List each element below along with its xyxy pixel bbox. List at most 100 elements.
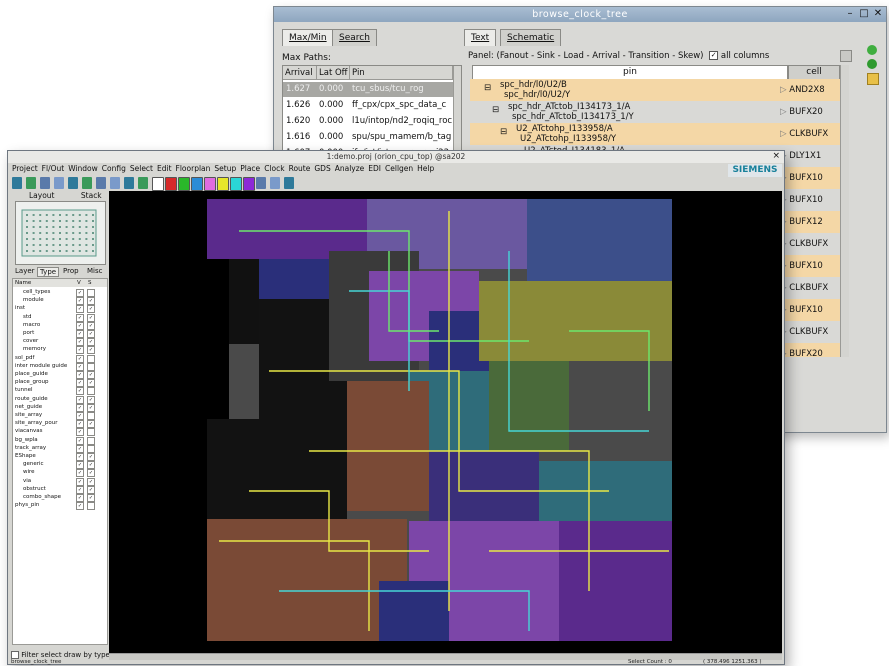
menu-route[interactable]: Route	[289, 164, 311, 173]
zoom-out-icon[interactable]	[40, 177, 50, 189]
undo-icon[interactable]	[256, 177, 266, 189]
table-row[interactable]: 1.626 0.000 ff_cpx/cpx_spc_data_c	[283, 98, 453, 113]
layer-row[interactable]: generic ✓ ✓	[13, 460, 107, 470]
menu-edit[interactable]: Edit	[157, 164, 172, 173]
zoom-area-icon[interactable]	[82, 177, 92, 189]
tree-row[interactable]: U2_ATctohp_I133958/A U2_ATctohp_I133958/Y…	[470, 123, 840, 145]
menu-help[interactable]: Help	[417, 164, 434, 173]
highlight-1-icon[interactable]	[152, 177, 164, 191]
refresh-icon[interactable]	[867, 59, 877, 69]
tree-scrollbar[interactable]	[840, 65, 849, 357]
expand-icon[interactable]: ⊟	[484, 83, 491, 93]
grid-icon[interactable]	[138, 177, 148, 189]
tab-schematic[interactable]: Schematic	[500, 29, 562, 46]
table-row[interactable]: 1.627 0.000 tcu_sbus/tcu_rog	[283, 82, 453, 97]
select-icon[interactable]	[68, 177, 78, 189]
pan-icon[interactable]	[96, 177, 106, 189]
highlight-4-icon[interactable]	[191, 177, 203, 191]
layer-row[interactable]: cell_types ✓	[13, 288, 107, 297]
tab-text[interactable]: Text	[464, 29, 497, 46]
measure-icon[interactable]	[110, 177, 120, 189]
menu-gds[interactable]: GDS	[314, 164, 330, 173]
layer-row[interactable]: place_group ✓ ✓	[13, 378, 107, 388]
layer-row[interactable]: module ✓ ✓	[13, 296, 107, 306]
highlight-2-icon[interactable]	[165, 177, 177, 191]
menu-project[interactable]: Project	[12, 164, 38, 173]
layout-canvas[interactable]	[109, 191, 782, 653]
highlight-5-icon[interactable]	[204, 177, 216, 191]
pin-column-header[interactable]: pin	[472, 65, 788, 80]
overview-minimap[interactable]	[15, 201, 106, 265]
layer-row[interactable]: macro ✓ ✓	[13, 321, 107, 330]
layer-row[interactable]: site_array_pour ✓ ✓	[13, 419, 107, 429]
tree-row[interactable]: spc_hdr/l0/U2/B spc_hdr/l0/U2/Y ⊟ ▷ AND2X8	[470, 79, 840, 101]
close-button[interactable]: ✕	[872, 8, 884, 20]
tab-type[interactable]: Type	[37, 267, 60, 277]
layer-row[interactable]: wire ✓ ✓	[13, 468, 107, 478]
chip-layout-view[interactable]	[109, 191, 782, 653]
ruler-icon[interactable]	[124, 177, 134, 189]
layer-row[interactable]: EShape ✓ ✓	[13, 452, 107, 461]
layer-row[interactable]: place_guide ✓ ✓	[13, 370, 107, 379]
table-row[interactable]: 1.616 0.000 spu/spu_mamem/b_tag	[283, 130, 453, 145]
highlight-7-icon[interactable]	[230, 177, 242, 191]
layer-row[interactable]: via ✓ ✓	[13, 477, 107, 486]
layer-list[interactable]: Name V Scell_types ✓ module ✓ ✓ inst ✓ ✓ std ✓ ✓ macr…	[12, 278, 108, 645]
layer-row[interactable]: std ✓ ✓	[13, 313, 107, 322]
layer-row[interactable]: combo_shape ✓ ✓	[13, 493, 107, 502]
menu-window[interactable]: Window	[68, 164, 98, 173]
layer-row[interactable]: sol_pdf ✓	[13, 354, 107, 363]
zoom-in-icon[interactable]	[26, 177, 36, 189]
expand-icon[interactable]: ⊟	[492, 105, 499, 115]
table-row[interactable]: 1.620 0.000 l1u/intop/nd2_roqiq_roc	[283, 114, 453, 129]
column-header-pin[interactable]: Pin	[350, 66, 453, 80]
menu-setup[interactable]: Setup	[214, 164, 236, 173]
cell-column-header[interactable]: cell	[788, 65, 840, 80]
menu-config[interactable]: Config	[102, 164, 126, 173]
arrow-icon[interactable]	[12, 177, 22, 189]
redo-icon[interactable]	[270, 177, 280, 189]
export-icon[interactable]	[840, 50, 852, 62]
highlight-8-icon[interactable]	[243, 177, 255, 191]
layer-row[interactable]: viacanvas ✓	[13, 427, 107, 437]
menu-cellgen[interactable]: Cellgen	[385, 164, 413, 173]
back-icon[interactable]	[284, 177, 294, 189]
expand-icon[interactable]: ⊟	[500, 127, 507, 137]
layer-row[interactable]: inst ✓ ✓	[13, 304, 107, 314]
folder-icon[interactable]	[867, 73, 879, 85]
all-columns-checkbox[interactable]: ✓	[709, 51, 719, 60]
layer-row[interactable]: obstruct ✓ ✓	[13, 485, 107, 494]
tab-misc[interactable]: Misc	[85, 267, 104, 275]
tab-max-min[interactable]: Max/Min	[282, 29, 334, 46]
highlight-3-icon[interactable]	[178, 177, 190, 191]
tree-row[interactable]: spc_hdr_ATctob_I134173_1/A spc_hdr_ATctob…	[470, 101, 840, 123]
menu-select[interactable]: Select	[130, 164, 153, 173]
tab-stack[interactable]: Stack	[81, 191, 102, 200]
column-header-arrival[interactable]: Arrival	[283, 66, 317, 80]
highlight-6-icon[interactable]	[217, 177, 229, 191]
menu-clock[interactable]: Clock	[264, 164, 284, 173]
column-header-lat-off[interactable]: Lat Off	[317, 66, 350, 80]
layer-row[interactable]: route_guide ✓ ✓	[13, 395, 107, 404]
layer-row[interactable]: port ✓ ✓	[13, 329, 107, 338]
layer-row[interactable]: memory ✓ ✓	[13, 345, 107, 355]
maximize-button[interactable]: □	[858, 8, 870, 20]
layer-row[interactable]: site_array ✓	[13, 411, 107, 420]
minimize-button[interactable]: –	[844, 8, 856, 20]
visible-checkbox[interactable]: ✓	[76, 502, 84, 511]
tab-layer[interactable]: Layer	[13, 267, 37, 275]
tab-search[interactable]: Search	[332, 29, 377, 46]
menu-floorplan[interactable]: Floorplan	[176, 164, 211, 173]
layer-row[interactable]: track_array ✓	[13, 444, 107, 453]
layer-row[interactable]: tunnel ✓	[13, 386, 107, 396]
menu-analyze[interactable]: Analyze	[335, 164, 365, 173]
tab-layout[interactable]: Layout	[29, 191, 55, 200]
menu-place[interactable]: Place	[240, 164, 260, 173]
layer-row[interactable]: phys_pin ✓	[13, 501, 107, 511]
filter-checkbox[interactable]	[11, 651, 19, 659]
menu-flout[interactable]: Fl/Out	[42, 164, 65, 173]
close-button[interactable]: ×	[772, 151, 780, 161]
layer-row[interactable]: cover ✓ ✓	[13, 337, 107, 347]
run-icon[interactable]	[867, 45, 877, 55]
menu-edi[interactable]: EDI	[368, 164, 381, 173]
